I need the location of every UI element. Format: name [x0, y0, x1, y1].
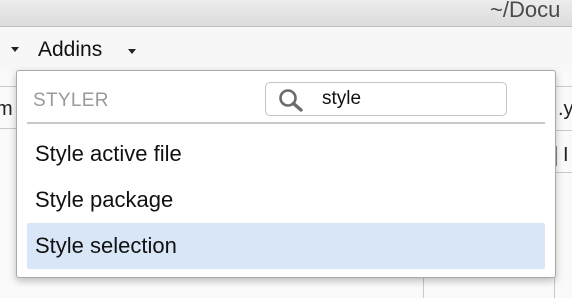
addins-menu-label: Addins: [38, 38, 103, 61]
addin-search-box[interactable]: [265, 82, 507, 116]
addins-popup: STYLER Style active file Style package S…: [16, 70, 556, 278]
pane-divider: [554, 86, 572, 87]
search-input[interactable]: [322, 87, 492, 111]
menu-item-label: Style package: [35, 187, 174, 212]
right-pane-fragment-2: I: [563, 144, 569, 166]
window-title: ~/Docu: [490, 0, 561, 22]
chevron-down-icon: [128, 49, 136, 54]
addins-menu-button[interactable]: Addins: [34, 36, 144, 64]
right-pane-fragment: .y: [558, 98, 572, 120]
left-pane-fragment: m: [0, 98, 13, 120]
pane-divider: [554, 172, 572, 173]
pane-divider: [423, 276, 424, 298]
pane-divider: [0, 128, 16, 129]
menu-item-label: Style active file: [35, 141, 182, 166]
section-title: STYLER: [33, 90, 109, 111]
search-icon: [279, 89, 303, 112]
header-divider: [27, 122, 545, 124]
chevron-down-icon[interactable]: [11, 47, 19, 52]
menu-item-style-active-file[interactable]: Style active file: [27, 131, 545, 177]
popup-header: STYLER: [27, 79, 543, 123]
addin-list: Style active file Style package Style se…: [27, 131, 545, 269]
window-titlebar: ~/Docu: [0, 0, 572, 27]
menu-item-style-selection[interactable]: Style selection: [27, 223, 545, 269]
pane-divider: [0, 86, 16, 87]
pane-divider: [554, 130, 572, 131]
menu-item-style-package[interactable]: Style package: [27, 177, 545, 223]
menu-item-label: Style selection: [35, 233, 177, 258]
toolbar-separator: [556, 146, 557, 166]
